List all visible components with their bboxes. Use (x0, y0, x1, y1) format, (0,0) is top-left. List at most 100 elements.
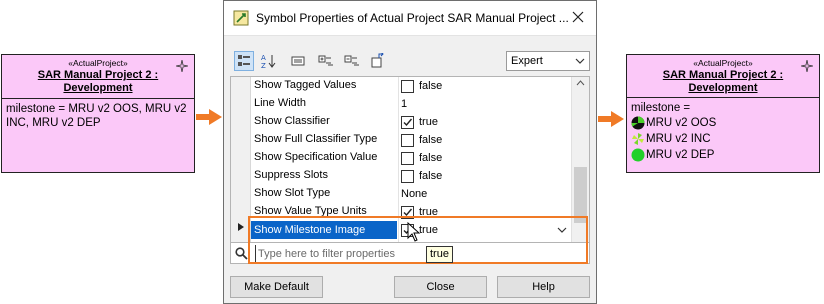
milestone-label-oos: MRU v2 OOS (646, 117, 717, 129)
property-value[interactable]: 1 (401, 95, 407, 113)
property-row[interactable]: Show Full Classifier Type false (251, 131, 571, 149)
right-box-stereotype: «ActualProject» (693, 58, 753, 68)
right-arrow-icon (598, 111, 624, 127)
svg-text:Z: Z (261, 62, 266, 69)
property-name: Suppress Slots (254, 169, 328, 181)
properties-toolbar: A Z Expert (230, 46, 590, 76)
property-value[interactable]: true (401, 113, 438, 131)
property-name: Show Full Classifier Type (254, 133, 378, 145)
checkbox[interactable] (401, 169, 414, 183)
row-gutter (231, 77, 251, 261)
milestone-label-inc: MRU v2 INC (646, 133, 711, 145)
search-icon (235, 247, 248, 260)
dialog-titlebar[interactable]: Symbol Properties of Actual Project SAR … (224, 1, 596, 36)
property-value[interactable]: false (401, 77, 442, 95)
value-text: false (419, 170, 443, 182)
current-row-marker-icon (238, 223, 244, 231)
collapse-all-button[interactable] (342, 51, 362, 71)
property-value[interactable]: true (401, 203, 438, 221)
scrollbar-thumb[interactable] (574, 167, 587, 223)
svg-text:A: A (261, 54, 266, 62)
description-icon (291, 56, 305, 66)
property-row[interactable]: Show Classifier true (251, 113, 571, 131)
property-value[interactable]: false (401, 131, 442, 149)
sort-az-icon: A Z (261, 54, 276, 69)
checkbox[interactable] (401, 151, 414, 165)
value-text: false (419, 80, 443, 92)
collapse-all-icon (344, 55, 359, 66)
properties-app-icon (233, 10, 249, 26)
pinwheel-icon (632, 133, 644, 145)
filter-bar (230, 242, 590, 264)
property-row[interactable]: Suppress Slots false (251, 167, 571, 185)
value-text: true (419, 206, 438, 218)
property-name: Show Classifier (254, 115, 330, 127)
mode-select[interactable]: Expert (506, 51, 590, 71)
checkmark-icon (403, 118, 413, 126)
close-button[interactable]: Close (394, 276, 487, 298)
property-name: Show Milestone Image (251, 221, 397, 239)
milestone-label: milestone = (631, 102, 691, 114)
value-text: true (419, 116, 438, 128)
property-name: Line Width (254, 97, 306, 109)
description-toggle-button[interactable] (288, 51, 308, 71)
milestone-item: MRU v2 OOS (631, 115, 815, 131)
property-row[interactable]: Line Width 1 (251, 95, 571, 113)
apply-style-icon (371, 53, 384, 68)
property-value[interactable]: false (401, 149, 442, 167)
checkbox[interactable] (401, 79, 414, 93)
left-instance-box: «ActualProject» SAR Manual Project 2 : D… (1, 54, 195, 173)
value-text: None (401, 188, 428, 200)
right-instance-box: «ActualProject» SAR Manual Project 2 : D… (626, 54, 820, 173)
property-value[interactable]: None (401, 185, 427, 203)
chevron-down-icon[interactable] (557, 226, 567, 234)
property-name: Show Specification Value (254, 151, 378, 163)
property-row[interactable]: Show Specification Value false (251, 149, 571, 167)
green-circle-icon (631, 148, 645, 162)
property-name: Show Slot Type (254, 187, 331, 199)
mode-select-value: Expert (511, 55, 543, 67)
categorized-view-button[interactable] (234, 51, 254, 71)
property-row[interactable]: Show Tagged Values false (251, 77, 571, 95)
property-value[interactable]: false (401, 167, 442, 185)
vertical-scrollbar[interactable] (571, 77, 589, 261)
value-text: false (419, 152, 443, 164)
left-box-stereotype: «ActualProject» (68, 58, 128, 68)
left-arrow-icon (196, 109, 222, 125)
left-box-slot-text: milestone = MRU v2 OOS, MRU v2 INC, MRU … (6, 103, 187, 129)
categorized-icon (238, 55, 250, 66)
property-name: Show Tagged Values (254, 79, 357, 91)
right-box-header: «ActualProject» SAR Manual Project 2 : D… (627, 55, 819, 98)
checkbox-checked[interactable] (401, 205, 414, 219)
value-text: false (419, 134, 443, 146)
mouse-cursor-icon (407, 222, 421, 242)
left-box-header: «ActualProject» SAR Manual Project 2 : D… (2, 55, 194, 99)
checkmark-icon (403, 208, 413, 216)
milestone-label-dep: MRU v2 DEP (646, 149, 715, 161)
apply-style-button[interactable] (368, 51, 388, 71)
right-box-name: SAR Manual Project 2 : Development (662, 69, 784, 94)
milestone-item: MRU v2 INC (631, 131, 815, 147)
progress-pie-icon (631, 116, 645, 130)
help-button[interactable]: Help (497, 276, 590, 298)
checkbox-checked[interactable] (401, 115, 414, 129)
make-default-button[interactable]: Make Default (230, 276, 323, 298)
milestone-item: MRU v2 DEP (631, 147, 815, 163)
instance-star-icon (801, 60, 813, 72)
filter-input[interactable] (255, 245, 555, 262)
instance-star-icon (176, 60, 188, 72)
sort-alphabetical-button[interactable]: A Z (258, 51, 278, 71)
checkbox[interactable] (401, 133, 414, 147)
value-tooltip: true (426, 246, 453, 263)
right-box-body: milestone = MRU v2 OOS MRU v2 INC MRU v2… (627, 98, 819, 166)
chevron-down-icon (575, 58, 585, 64)
dialog-title: Symbol Properties of Actual Project SAR … (256, 11, 569, 25)
expand-all-button[interactable] (316, 51, 336, 71)
left-box-name: SAR Manual Project 2 : Development (37, 69, 159, 94)
property-row[interactable]: Show Slot Type None (251, 185, 571, 203)
value-text: 1 (401, 98, 408, 110)
scroll-up-icon[interactable] (576, 80, 585, 86)
property-row[interactable]: Show Value Type Units true (251, 203, 571, 221)
property-name: Show Value Type Units (254, 205, 367, 217)
close-icon[interactable] (572, 11, 584, 23)
